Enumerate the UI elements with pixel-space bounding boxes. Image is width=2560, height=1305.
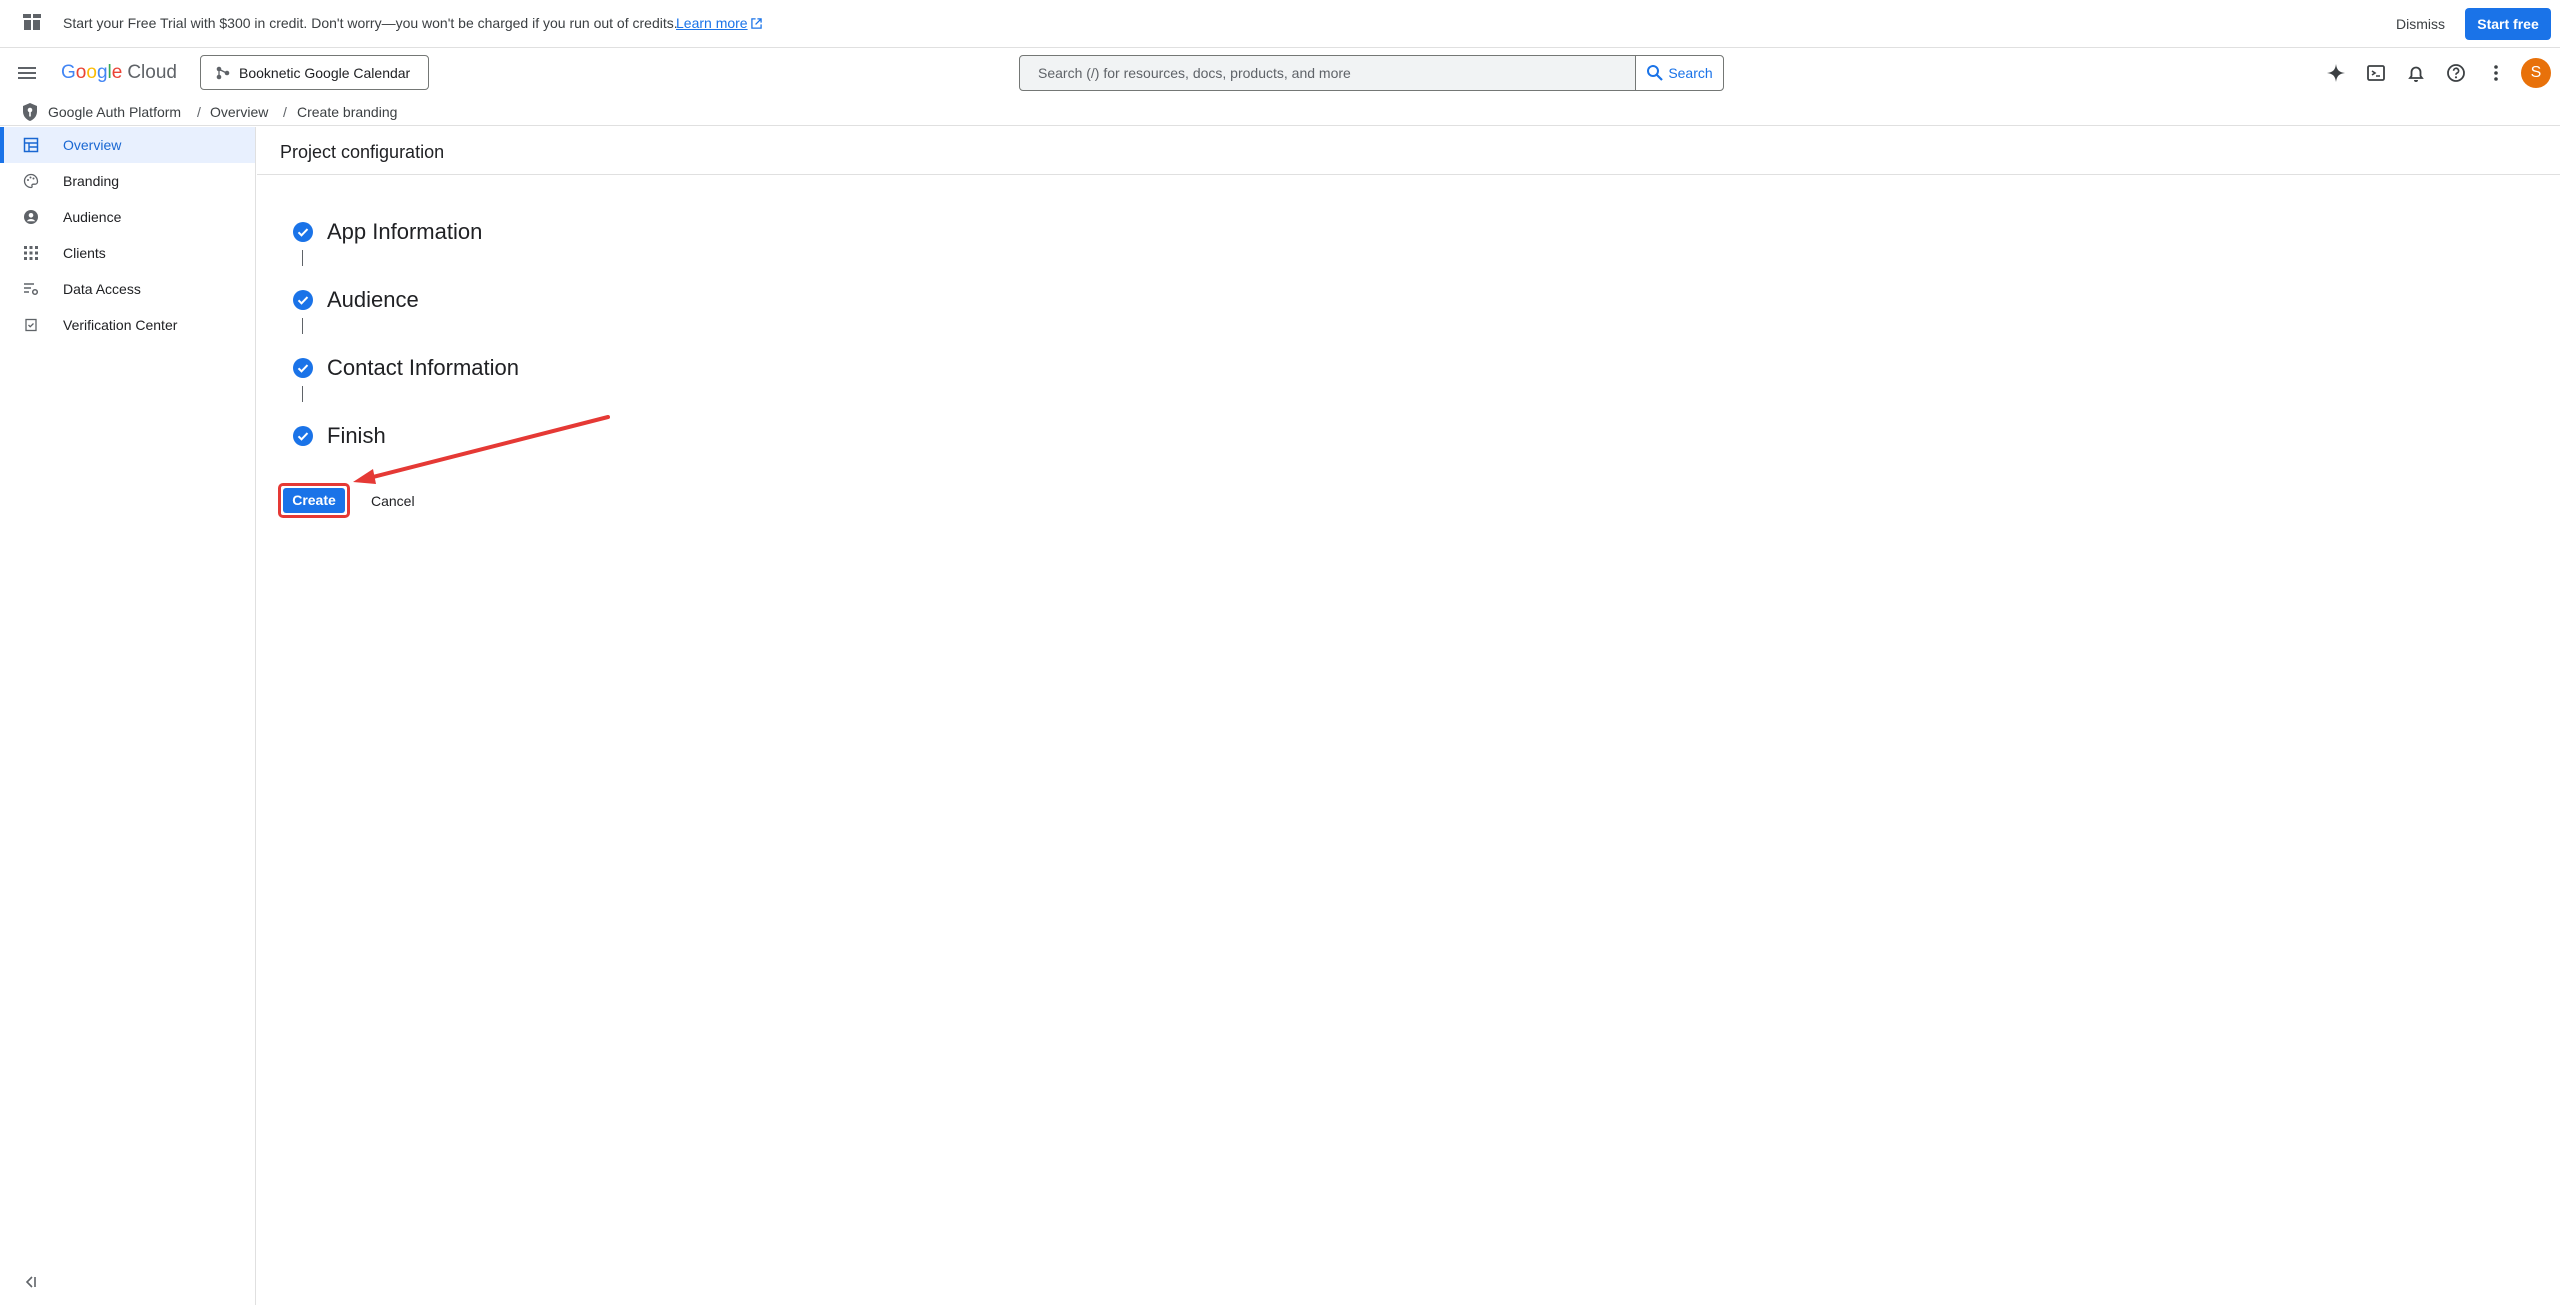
project-hub-icon bbox=[216, 66, 230, 79]
banner-message: Start your Free Trial with $300 in credi… bbox=[63, 15, 678, 31]
learn-more-label: Learn more bbox=[676, 15, 748, 31]
gemini-icon[interactable] bbox=[2324, 61, 2348, 85]
check-circle-icon bbox=[293, 222, 313, 242]
breadcrumb-auth-platform[interactable]: Google Auth Platform bbox=[48, 104, 181, 120]
check-circle-icon bbox=[293, 358, 313, 378]
sidebar-item-verification-center[interactable]: Verification Center bbox=[0, 307, 255, 343]
learn-more-link[interactable]: Learn more bbox=[676, 15, 762, 31]
step-label: Contact Information bbox=[327, 355, 519, 380]
help-icon[interactable] bbox=[2444, 61, 2468, 85]
check-circle-icon bbox=[293, 426, 313, 446]
breadcrumb-separator: / bbox=[283, 104, 287, 120]
step-audience: Audience bbox=[293, 287, 419, 313]
sidebar-item-audience[interactable]: Audience bbox=[0, 199, 255, 235]
apps-grid-icon bbox=[22, 244, 40, 262]
palette-icon bbox=[22, 172, 40, 190]
breadcrumb: Google Auth Platform / Overview / Create… bbox=[0, 98, 2560, 126]
sidebar-item-label: Verification Center bbox=[63, 317, 178, 333]
app-root: Start your Free Trial with $300 in credi… bbox=[0, 0, 2560, 1305]
gift-icon bbox=[23, 14, 41, 30]
breadcrumb-create-branding: Create branding bbox=[297, 104, 398, 120]
sidebar-item-label: Overview bbox=[63, 137, 122, 153]
create-button[interactable]: Create bbox=[283, 488, 345, 513]
step-app-information: App Information bbox=[293, 219, 482, 245]
cloud-shell-icon[interactable] bbox=[2364, 61, 2388, 85]
breadcrumb-overview[interactable]: Overview bbox=[210, 104, 268, 120]
search-bar: Search bbox=[1019, 55, 1724, 91]
check-circle-icon bbox=[293, 290, 313, 310]
step-connector bbox=[302, 318, 303, 334]
step-contact-information: Contact Information bbox=[293, 355, 519, 381]
step-label: Finish bbox=[327, 423, 386, 448]
verification-icon bbox=[22, 316, 40, 334]
main-content: Project configuration App Information Au… bbox=[257, 127, 2560, 1305]
dismiss-button[interactable]: Dismiss bbox=[2388, 10, 2453, 38]
search-button[interactable]: Search bbox=[1635, 56, 1723, 90]
step-label: Audience bbox=[327, 287, 419, 312]
sidebar-item-overview[interactable]: Overview bbox=[0, 127, 255, 163]
account-circle-icon bbox=[22, 208, 40, 226]
notifications-icon[interactable] bbox=[2404, 61, 2428, 85]
shield-icon bbox=[23, 103, 37, 121]
create-button-highlight: Create bbox=[278, 483, 350, 518]
external-link-icon bbox=[750, 17, 762, 29]
top-header: Google Cloud Booknetic Google Calendar Se… bbox=[0, 49, 2560, 97]
data-settings-icon bbox=[22, 280, 40, 298]
cancel-button[interactable]: Cancel bbox=[369, 489, 417, 513]
annotation-arrow bbox=[353, 415, 610, 484]
breadcrumb-separator: / bbox=[197, 104, 201, 120]
sidebar-item-branding[interactable]: Branding bbox=[0, 163, 255, 199]
sidebar-item-clients[interactable]: Clients bbox=[0, 235, 255, 271]
sidebar-item-label: Audience bbox=[63, 209, 122, 225]
avatar[interactable]: S bbox=[2521, 58, 2551, 88]
start-free-button[interactable]: Start free bbox=[2465, 8, 2551, 40]
project-picker-button[interactable]: Booknetic Google Calendar bbox=[200, 55, 429, 90]
step-connector bbox=[302, 250, 303, 266]
google-cloud-logo[interactable]: Google Cloud bbox=[61, 62, 177, 84]
sidebar: Overview Branding Audience Clients Data … bbox=[0, 127, 256, 1305]
sidebar-item-label: Branding bbox=[63, 173, 120, 189]
divider bbox=[257, 174, 2560, 175]
step-connector bbox=[302, 386, 303, 402]
search-icon bbox=[1647, 65, 1664, 81]
more-vert-icon[interactable] bbox=[2484, 61, 2508, 85]
search-button-label: Search bbox=[1668, 65, 1713, 81]
dashboard-icon bbox=[22, 136, 40, 154]
sidebar-item-data-access[interactable]: Data Access bbox=[0, 271, 255, 307]
project-name: Booknetic Google Calendar bbox=[239, 64, 411, 81]
step-label: App Information bbox=[327, 219, 483, 244]
search-input[interactable] bbox=[1020, 56, 1635, 90]
collapse-sidebar-icon[interactable] bbox=[22, 1273, 40, 1291]
hamburger-menu-icon[interactable] bbox=[14, 61, 40, 85]
sidebar-item-label: Data Access bbox=[63, 281, 141, 297]
step-finish: Finish bbox=[293, 423, 386, 449]
free-trial-banner: Start your Free Trial with $300 in credi… bbox=[0, 0, 2560, 48]
sidebar-item-label: Clients bbox=[63, 245, 106, 261]
page-title: Project configuration bbox=[280, 142, 445, 162]
